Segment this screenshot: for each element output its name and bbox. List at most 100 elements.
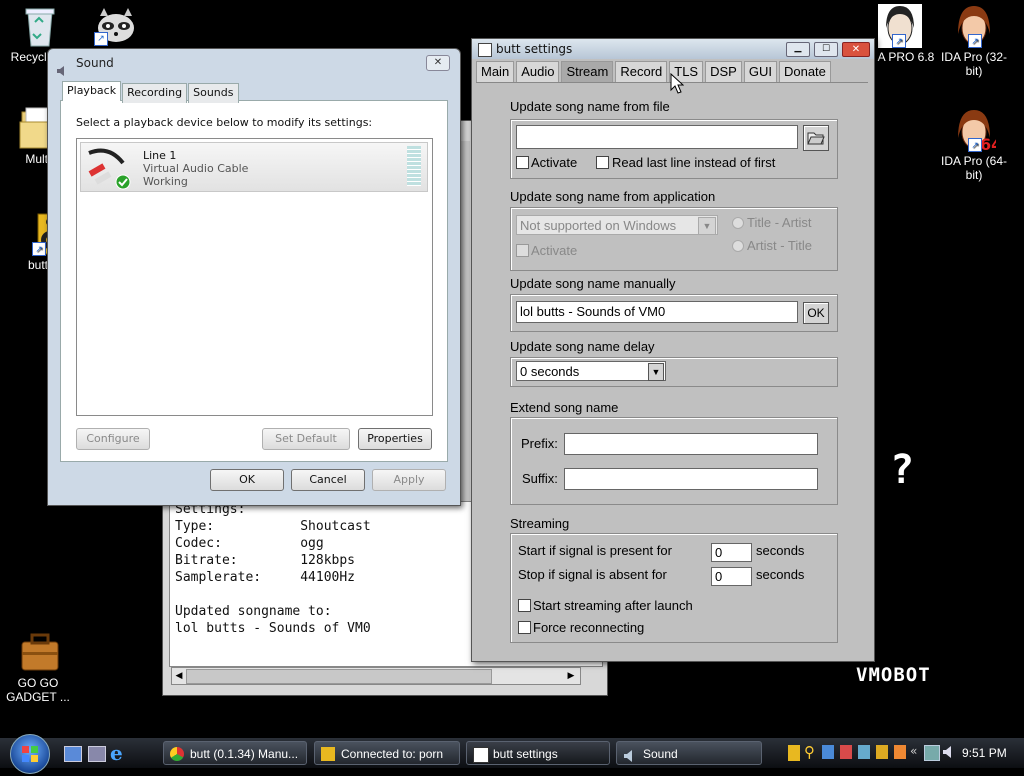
tab-audio[interactable]: Audio (516, 61, 560, 82)
taskbar-item-sound[interactable]: Sound (616, 741, 762, 765)
tab-main[interactable]: Main (476, 61, 515, 82)
song-file-path-input[interactable] (516, 125, 798, 149)
window-app-icon (478, 43, 492, 57)
playback-instruction: Select a playback device below to modify… (76, 116, 373, 129)
device-list[interactable]: Line 1 Virtual Audio Cable Working (76, 138, 433, 416)
extend-group (510, 417, 838, 505)
delay-group-label: Update song name delay (510, 339, 655, 354)
speaker-icon (321, 747, 335, 761)
start-after-launch-checkbox[interactable] (518, 599, 531, 612)
sound-titlebar[interactable]: Sound ✕ (48, 49, 460, 77)
desktop-icon-gogogadget[interactable]: GO GO GADGET ... (0, 630, 80, 704)
app-select[interactable]: Not supported on Windows ▼ (516, 215, 718, 235)
delay-select[interactable]: 0 seconds ▼ (516, 361, 666, 381)
ok-button[interactable]: OK (210, 469, 284, 491)
stop-signal-input[interactable]: 0 (711, 567, 752, 586)
network-icon[interactable] (924, 745, 940, 761)
tab-recording[interactable]: Recording (122, 83, 188, 103)
close-icon[interactable]: ✕ (842, 42, 870, 57)
butt-settings-titlebar[interactable]: butt settings ▁ ☐ ✕ (472, 39, 874, 59)
taskbar-item-butt-settings[interactable]: butt settings (466, 741, 610, 765)
switch-windows-icon[interactable] (88, 746, 106, 762)
app-activate-label: Activate (531, 243, 578, 258)
start-orb-icon[interactable] (10, 734, 50, 774)
app-group-label: Update song name from application (510, 189, 716, 204)
close-icon[interactable]: ✕ (426, 55, 450, 71)
manual-ok-button[interactable]: OK (803, 302, 829, 324)
delay-select-value: 0 seconds (520, 364, 580, 379)
internet-explorer-icon[interactable]: e (110, 743, 130, 763)
console-line: Codec: ogg (175, 536, 324, 551)
expand-tray-icon[interactable]: « (910, 744, 917, 758)
tab-dsp[interactable]: DSP (705, 61, 742, 82)
search-icon[interactable]: ⚲ (804, 743, 815, 761)
tray-speaker-app-icon[interactable] (788, 745, 800, 761)
taskbar-item-label: butt (0.1.34) Manu... (190, 747, 299, 761)
scroll-right-arrow-icon[interactable]: ▶ (564, 668, 578, 684)
taskbar-item-connected[interactable]: Connected to: porn (314, 741, 460, 765)
browse-folder-button[interactable] (803, 125, 829, 151)
app-activate-checkbox[interactable] (516, 244, 529, 257)
prefix-input[interactable] (564, 433, 818, 455)
configure-button[interactable]: Configure (76, 428, 150, 450)
artist-title-radio[interactable] (732, 240, 744, 252)
title-artist-label: Title - Artist (747, 215, 812, 230)
artist-title-label: Artist - Title (747, 238, 813, 253)
chevron-down-icon: ▼ (698, 217, 716, 235)
console-horizontal-scrollbar[interactable]: ◀ ▶ (171, 667, 581, 685)
start-signal-label: Start if signal is present for (518, 543, 672, 558)
clock[interactable]: 9:51 PM (962, 741, 1007, 765)
minimize-icon[interactable]: ▁ (786, 42, 810, 57)
manual-group-label: Update song name manually (510, 276, 676, 291)
raccoon-icon[interactable]: ↗ (92, 6, 138, 46)
shortcut-arrow-icon: ↗ (968, 138, 982, 152)
force-reconnect-label: Force reconnecting (533, 620, 645, 635)
tab-stream[interactable]: Stream (561, 61, 614, 82)
tray-app-icon[interactable] (822, 745, 834, 759)
speaker-small-icon (623, 747, 637, 762)
tab-gui[interactable]: GUI (743, 61, 777, 82)
device-item-line1[interactable]: Line 1 Virtual Audio Cable Working (80, 142, 428, 192)
manual-song-input[interactable]: lol butts - Sounds of VM0 (516, 301, 798, 323)
butt-settings-window[interactable]: butt settings ▁ ☐ ✕ Main Audio Stream Re… (471, 38, 875, 662)
start-signal-input[interactable]: 0 (711, 543, 752, 562)
tray-app-icon[interactable] (894, 745, 906, 759)
tab-donate[interactable]: Donate (778, 61, 831, 82)
ida-portrait-icon: ↗ (952, 4, 996, 48)
streaming-group-label: Streaming (510, 516, 570, 531)
file-activate-checkbox[interactable] (516, 156, 529, 169)
title-artist-radio[interactable] (732, 217, 744, 229)
volume-icon[interactable] (942, 745, 956, 759)
tab-sounds[interactable]: Sounds (188, 83, 239, 103)
taskbar-item-label: butt settings (493, 747, 558, 761)
recycle-bin-icon (18, 4, 62, 48)
tab-playback[interactable]: Playback (62, 81, 122, 101)
tray-app-icon[interactable] (840, 745, 852, 759)
read-last-line-checkbox[interactable] (596, 156, 609, 169)
read-last-line-label: Read last line instead of first (612, 155, 776, 170)
cancel-button[interactable]: Cancel (291, 469, 365, 491)
desktop-icon-ida32[interactable]: ↗ IDA Pro (32-bit) (934, 4, 1014, 78)
tab-record[interactable]: Record (615, 61, 668, 82)
apply-button[interactable]: Apply (372, 469, 446, 491)
app-select-value: Not supported on Windows (520, 218, 677, 233)
tray-app-icon[interactable] (858, 745, 870, 759)
scroll-left-arrow-icon[interactable]: ◀ (172, 668, 186, 684)
properties-button[interactable]: Properties (358, 428, 432, 450)
suffix-input[interactable] (564, 468, 818, 490)
taskbar-item-label: Sound (643, 747, 678, 761)
taskbar-item-butt-main[interactable]: butt (0.1.34) Manu... (163, 741, 307, 765)
force-reconnect-checkbox[interactable] (518, 621, 531, 634)
scroll-thumb[interactable] (186, 669, 492, 684)
set-default-button[interactable]: Set Default (262, 428, 350, 450)
desktop-icon-label: A PRO 6.8 (877, 50, 935, 64)
tray-app-icon[interactable] (876, 745, 888, 759)
console-line: Samplerate: 44100Hz (175, 570, 356, 585)
sound-title: Sound (76, 56, 114, 70)
sound-dialog[interactable]: Sound ✕ Playback Recording Sounds Select… (47, 48, 461, 506)
maximize-icon[interactable]: ☐ (814, 42, 838, 57)
show-desktop-icon[interactable] (64, 746, 82, 762)
desktop-icon-ida64[interactable]: 64 ↗ IDA Pro (64-bit) (934, 108, 1014, 182)
shortcut-arrow-icon: ↗ (968, 34, 982, 48)
briefcase-icon (18, 630, 62, 674)
